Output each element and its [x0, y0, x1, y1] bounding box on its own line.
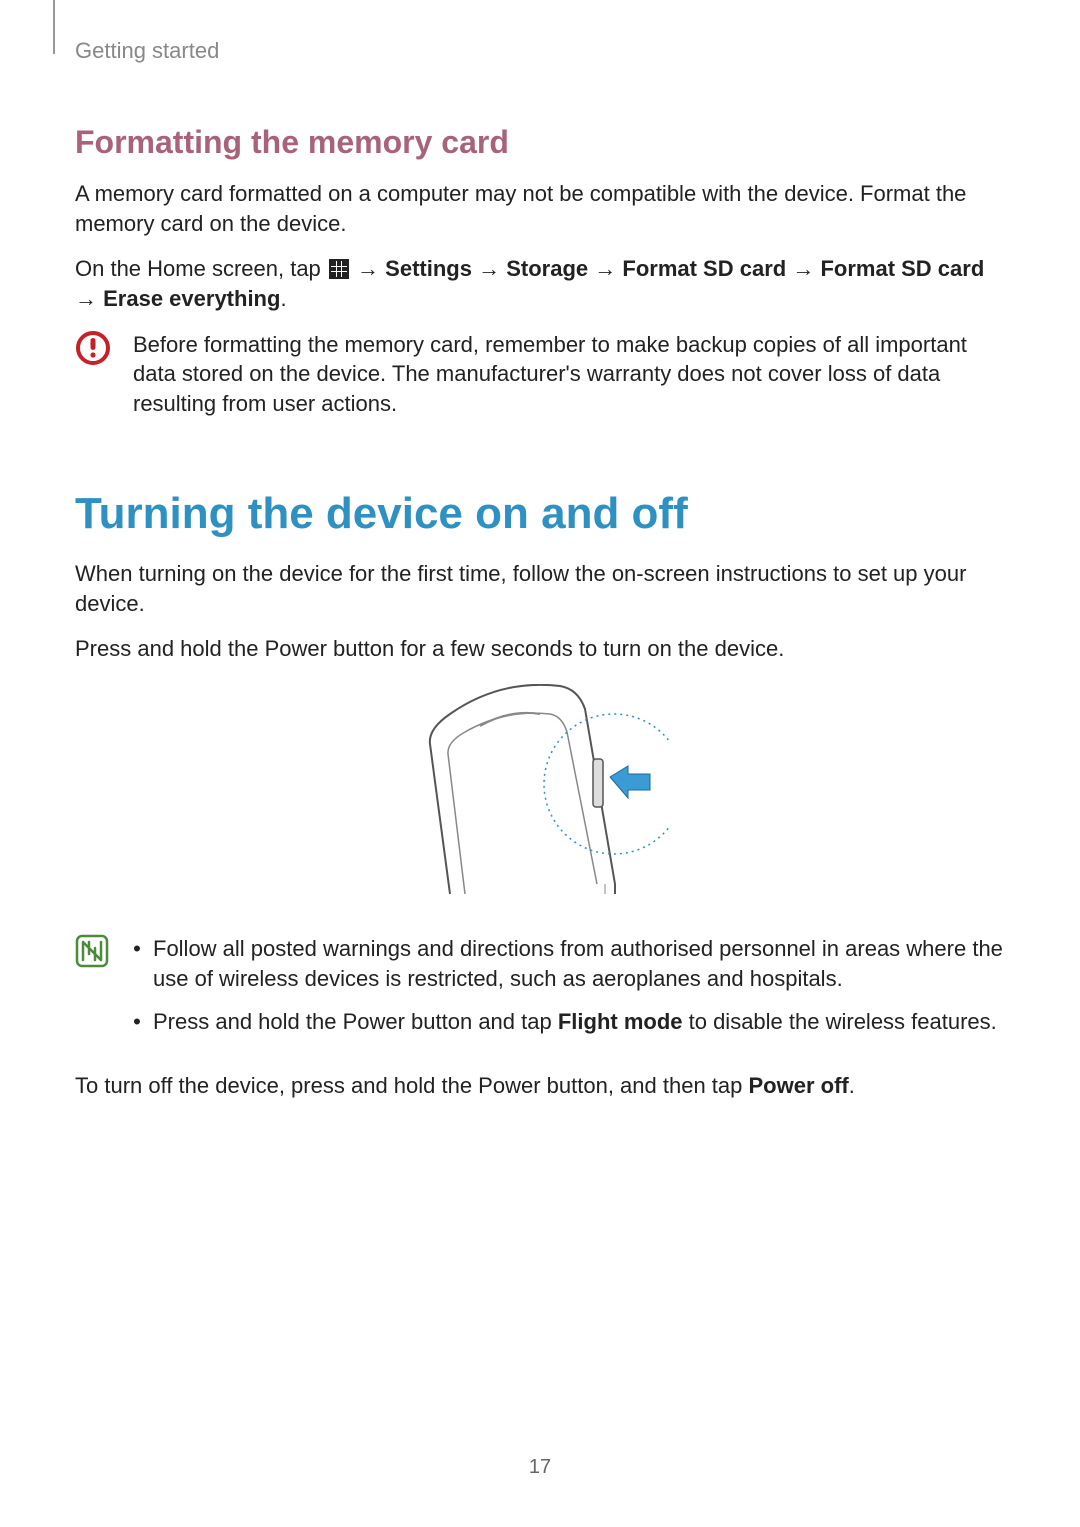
instr-prefix: On the Home screen, tap	[75, 256, 327, 281]
step-erase: Erase everything	[103, 286, 280, 311]
step-format-2: Format SD card	[820, 256, 984, 281]
tip2-c: to disable the wireless features.	[683, 1009, 997, 1034]
power-p1: When turning on the device for the first…	[75, 559, 1005, 618]
header-rule	[53, 0, 55, 54]
heading-power: Turning the device on and off	[75, 489, 1005, 539]
tip-note: Follow all posted warnings and direction…	[75, 934, 1005, 1051]
caution-note: Before formatting the memory card, remem…	[75, 330, 1005, 419]
formatting-instructions: On the Home screen, tap → Settings → Sto…	[75, 254, 1005, 313]
apps-grid-icon	[329, 259, 349, 279]
tip2-a: Press and hold the Power button and tap	[153, 1009, 558, 1034]
step-settings: Settings	[385, 256, 472, 281]
power-p2: Press and hold the Power button for a fe…	[75, 634, 1005, 664]
off-c: .	[849, 1073, 855, 1098]
step-storage: Storage	[506, 256, 588, 281]
step-format-1: Format SD card	[622, 256, 786, 281]
arrow: →	[792, 256, 820, 281]
off-b: Power off	[749, 1073, 849, 1098]
tip2-b: Flight mode	[558, 1009, 683, 1034]
tip-item-1: Follow all posted warnings and direction…	[153, 934, 1005, 993]
device-illustration	[75, 684, 1005, 904]
caution-icon	[75, 330, 111, 366]
arrow: →	[357, 256, 385, 281]
period: .	[280, 286, 286, 311]
arrow: →	[478, 256, 506, 281]
power-off-instruction: To turn off the device, press and hold t…	[75, 1071, 1005, 1101]
page-number: 17	[0, 1456, 1080, 1479]
arrow-indicator-icon	[610, 766, 650, 798]
caution-text: Before formatting the memory card, remem…	[133, 330, 1005, 419]
heading-formatting: Formatting the memory card	[75, 124, 1005, 161]
tip-item-2: Press and hold the Power button and tap …	[153, 1007, 1005, 1037]
arrow: →	[75, 286, 103, 311]
arrow: →	[594, 256, 622, 281]
note-icon	[75, 934, 111, 970]
formatting-p1: A memory card formatted on a computer ma…	[75, 179, 1005, 238]
off-a: To turn off the device, press and hold t…	[75, 1073, 749, 1098]
section-label: Getting started	[75, 38, 1005, 64]
